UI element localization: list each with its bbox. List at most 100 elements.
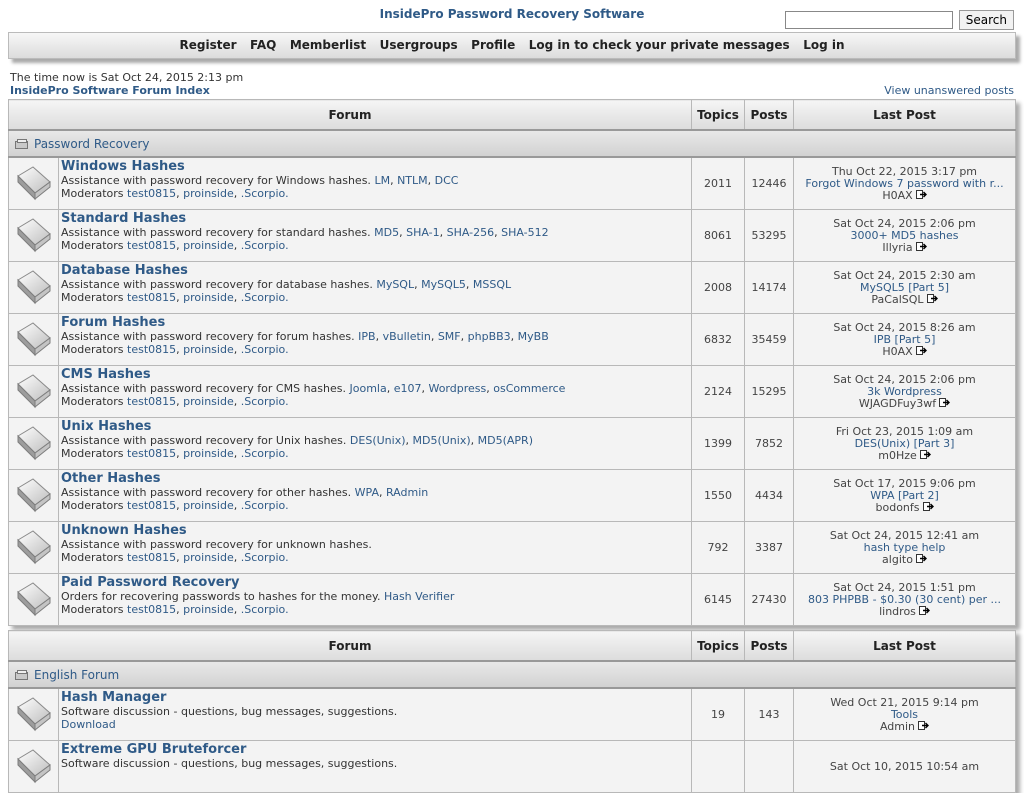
moderator-link[interactable]: proinside <box>183 499 234 512</box>
moderator-link[interactable]: .Scorpio. <box>241 343 289 356</box>
hash-type-link[interactable]: DCC <box>435 174 459 187</box>
hash-type-link[interactable]: e107 <box>394 382 422 395</box>
topics-count: 8061 <box>691 209 745 262</box>
forum-description: Orders for recovering passwords to hashe… <box>61 590 381 603</box>
go-to-last-post-icon[interactable] <box>915 345 927 358</box>
forum-link-paid-password-recovery[interactable]: Paid Password Recovery <box>61 576 689 590</box>
hash-type-link[interactable]: SHA-512 <box>501 226 549 239</box>
folder-read-icon <box>14 270 54 309</box>
forum-link-hash-manager[interactable]: Hash Manager <box>61 691 689 705</box>
forum-index-link[interactable]: InsidePro Software Forum Index <box>10 84 210 97</box>
moderator-link[interactable]: test0815 <box>127 187 176 200</box>
moderator-link[interactable]: .Scorpio. <box>241 239 289 252</box>
moderator-link[interactable]: test0815 <box>127 603 176 616</box>
posts-count <box>744 740 794 793</box>
go-to-last-post-icon[interactable] <box>918 605 930 618</box>
forum-link-forum-hashes[interactable]: Forum Hashes <box>61 316 689 330</box>
hash-type-link[interactable]: MD5(Unix) <box>413 434 471 447</box>
category-title[interactable]: Password Recovery <box>34 137 150 151</box>
hash-type-link[interactable]: MD5(APR) <box>478 434 533 447</box>
moderator-link[interactable]: test0815 <box>127 499 176 512</box>
nav-profile[interactable]: Profile <box>471 33 515 58</box>
search-input[interactable] <box>784 11 953 29</box>
go-to-last-post-icon[interactable] <box>939 397 951 410</box>
hash-type-link[interactable]: RAdmin <box>386 486 428 499</box>
forum-link-windows-hashes[interactable]: Windows Hashes <box>61 160 689 174</box>
moderator-link[interactable]: proinside <box>183 239 234 252</box>
hash-type-link[interactable]: SHA-256 <box>447 226 495 239</box>
search-button[interactable]: Search <box>958 10 1014 30</box>
hash-type-link[interactable]: MySQL <box>376 278 414 291</box>
hash-type-link[interactable]: vBulletin <box>383 330 431 343</box>
forum-row: Unix Hashes Assistance with password reco… <box>8 417 1016 470</box>
go-to-last-post-icon[interactable] <box>922 501 934 514</box>
forum-extra-line: Download <box>61 718 689 731</box>
forum-link-unix-hashes[interactable]: Unix Hashes <box>61 420 689 434</box>
hash-type-link[interactable]: SMF <box>438 330 461 343</box>
moderator-link[interactable]: test0815 <box>127 447 176 460</box>
nav-private-messages[interactable]: Log in to check your private messages <box>529 33 790 58</box>
go-to-last-post-icon[interactable] <box>919 449 931 462</box>
hash-type-link[interactable]: SHA-1 <box>406 226 440 239</box>
hash-type-link[interactable]: MyBB <box>518 330 549 343</box>
moderator-link[interactable]: .Scorpio. <box>241 447 289 460</box>
moderator-link[interactable]: .Scorpio. <box>241 551 289 564</box>
hash-type-link[interactable]: NTLM <box>397 174 428 187</box>
moderator-link[interactable]: .Scorpio. <box>241 395 289 408</box>
hash-type-link[interactable]: MD5 <box>374 226 399 239</box>
forum-description-line: Software discussion - questions, bug mes… <box>61 757 689 770</box>
hash-type-link[interactable]: LM <box>374 174 390 187</box>
go-to-last-post-icon[interactable] <box>918 720 930 733</box>
nav-login[interactable]: Log in <box>803 33 844 58</box>
moderators-line: Moderators test0815, proinside, .Scorpio… <box>61 603 289 616</box>
forum-link-cms-hashes[interactable]: CMS Hashes <box>61 368 689 382</box>
nav-register[interactable]: Register <box>179 33 236 58</box>
moderator-link[interactable]: proinside <box>183 343 234 356</box>
moderator-link[interactable]: .Scorpio. <box>241 187 289 200</box>
go-to-last-post-icon[interactable] <box>915 553 927 566</box>
hash-type-link[interactable]: IPB <box>358 330 375 343</box>
forum-info-cell: Hash Manager Software discussion - questi… <box>58 687 692 741</box>
moderator-link[interactable]: .Scorpio. <box>241 291 289 304</box>
go-to-last-post-icon[interactable] <box>915 189 927 202</box>
last-post-date: Sat Oct 24, 2015 2:30 am <box>833 268 976 282</box>
download-link[interactable]: Download <box>61 718 116 731</box>
go-to-last-post-icon[interactable] <box>915 241 927 254</box>
moderator-link[interactable]: test0815 <box>127 239 176 252</box>
forum-link-standard-hashes[interactable]: Standard Hashes <box>61 212 689 226</box>
forum-link-database-hashes[interactable]: Database Hashes <box>61 264 689 278</box>
hash-type-link[interactable]: phpBB3 <box>468 330 511 343</box>
hash-type-link[interactable]: MySQL5 <box>421 278 466 291</box>
hash-type-link[interactable]: Hash Verifier <box>384 590 454 603</box>
hash-type-link[interactable]: DES(Unix) <box>350 434 406 447</box>
hash-type-link[interactable]: osCommerce <box>493 382 565 395</box>
moderator-link[interactable]: proinside <box>183 187 234 200</box>
moderator-link[interactable]: test0815 <box>127 395 176 408</box>
forum-row: Other Hashes Assistance with password rec… <box>8 469 1016 522</box>
go-to-last-post-icon[interactable] <box>926 293 938 306</box>
forum-link-other-hashes[interactable]: Other Hashes <box>61 472 689 486</box>
nav-faq[interactable]: FAQ <box>250 33 276 58</box>
moderator-link[interactable]: proinside <box>183 603 234 616</box>
unanswered-posts-link[interactable]: View unanswered posts <box>884 84 1014 97</box>
hash-type-link[interactable]: Joomla <box>349 382 386 395</box>
moderator-link[interactable]: test0815 <box>127 343 176 356</box>
moderator-link[interactable]: test0815 <box>127 551 176 564</box>
forum-link-extreme-gpu-bruteforcer[interactable]: Extreme GPU Bruteforcer <box>61 743 689 757</box>
moderator-link[interactable]: .Scorpio. <box>241 603 289 616</box>
moderator-link[interactable]: proinside <box>183 447 234 460</box>
hash-type-link[interactable]: WPA <box>355 486 379 499</box>
last-post-date: Fri Oct 23, 2015 1:09 am <box>835 424 974 438</box>
moderator-link[interactable]: .Scorpio. <box>241 499 289 512</box>
moderator-link[interactable]: proinside <box>183 551 234 564</box>
hash-type-link[interactable]: MSSQL <box>473 278 511 291</box>
forum-link-unknown-hashes[interactable]: Unknown Hashes <box>61 524 689 538</box>
moderator-link[interactable]: proinside <box>183 395 234 408</box>
moderator-link[interactable]: test0815 <box>127 291 176 304</box>
nav-memberlist[interactable]: Memberlist <box>290 33 366 58</box>
nav-usergroups[interactable]: Usergroups <box>380 33 458 58</box>
hash-type-link[interactable]: Wordpress <box>428 382 486 395</box>
category-title[interactable]: English Forum <box>34 668 119 682</box>
moderator-link[interactable]: proinside <box>183 291 234 304</box>
last-post-author: m0Hze <box>878 448 917 462</box>
